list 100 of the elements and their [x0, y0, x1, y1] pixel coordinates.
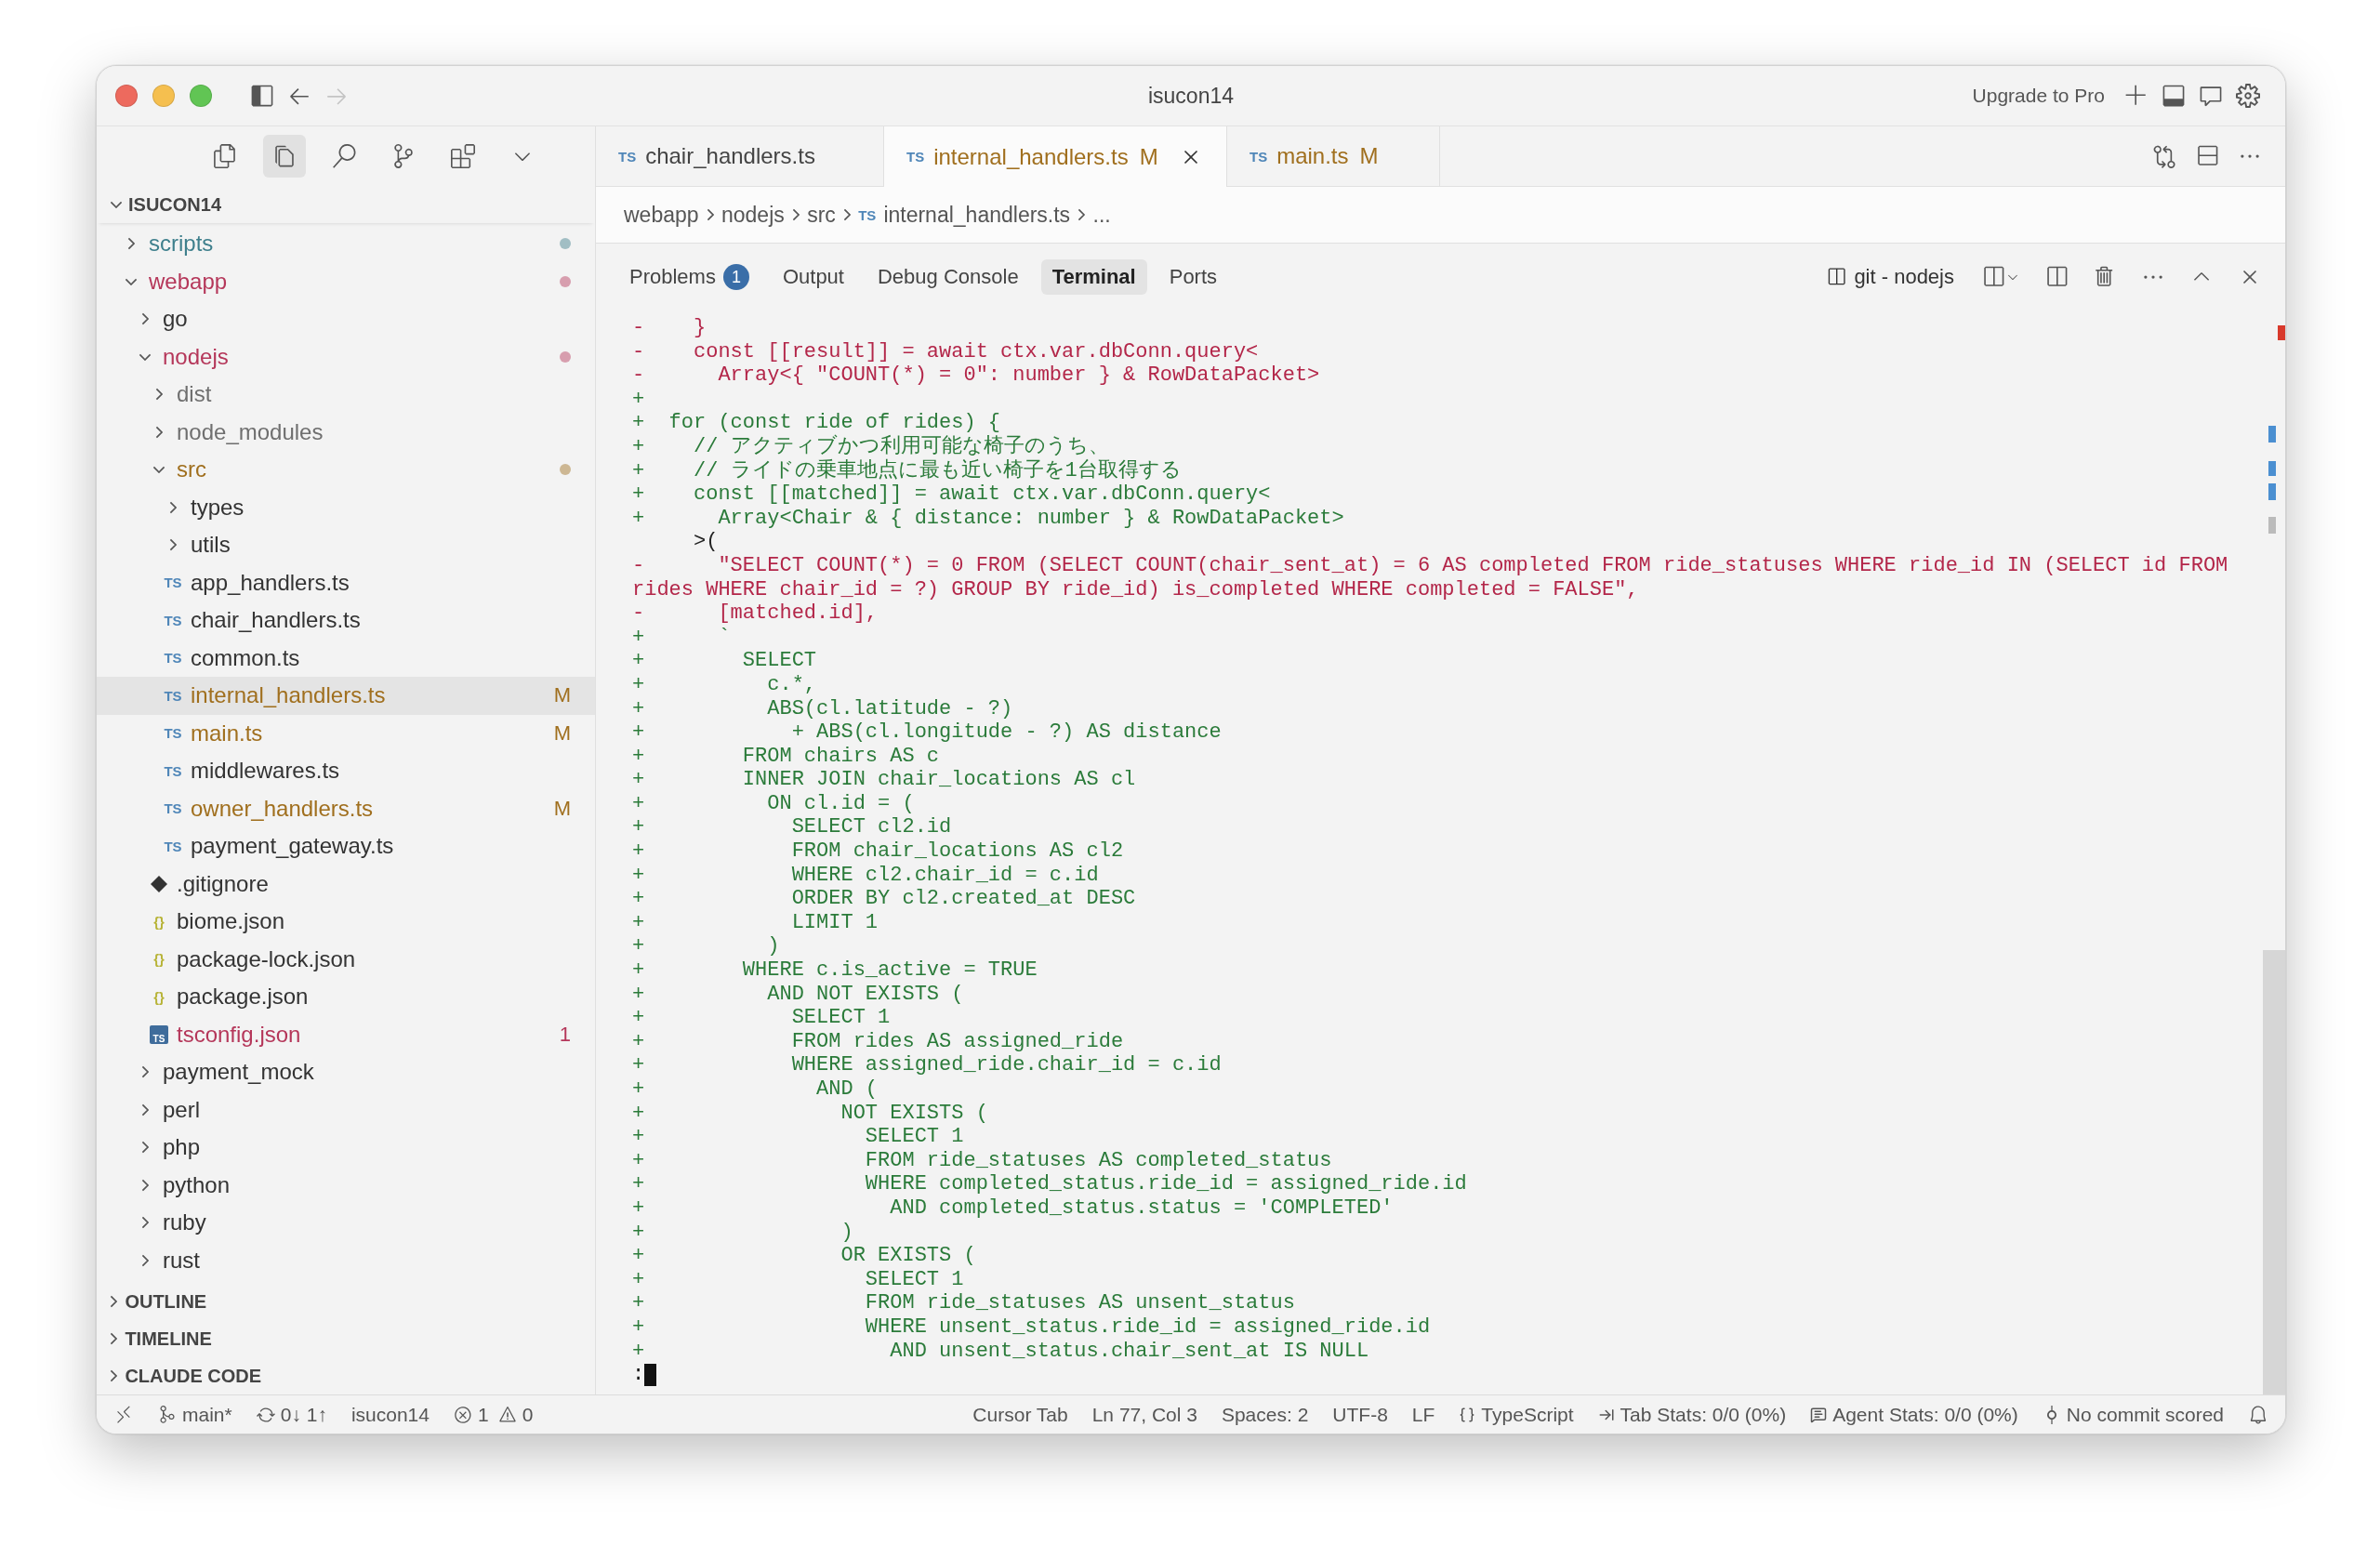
warnings-status[interactable]: 0: [497, 1403, 534, 1426]
close-window-button[interactable]: [115, 85, 138, 107]
tree-item[interactable]: node_modules: [97, 413, 595, 451]
code-line: + WHERE completed_status.ride_id = assigned_ride.id: [632, 1172, 1468, 1196]
tree-item[interactable]: .gitignore: [97, 865, 595, 903]
tree-item[interactable]: {} biome.json: [97, 903, 595, 941]
code-line: + + ABS(cl.longitude - ?) AS distance: [632, 720, 1223, 745]
sync-status[interactable]: 0↓ 1↑: [256, 1403, 327, 1426]
code-line: + ): [632, 934, 781, 959]
tree-item[interactable]: webapp: [97, 262, 595, 300]
breadcrumb-item[interactable]: ...: [1092, 202, 1111, 228]
ts-file-icon: TS: [164, 838, 182, 854]
tree-item[interactable]: go: [97, 300, 595, 338]
tree-item[interactable]: php: [97, 1129, 595, 1167]
breadcrumb-item[interactable]: TS internal_handlers.ts: [858, 202, 1071, 228]
status-item[interactable]: UTF-8: [1332, 1403, 1388, 1426]
code-line: + NOT EXISTS (: [632, 1101, 989, 1126]
commit-status[interactable]: No commit scored: [2042, 1403, 2224, 1426]
status-letter: M: [553, 796, 571, 821]
code-line: + `: [632, 625, 732, 650]
tree-item[interactable]: src: [97, 451, 595, 489]
tree-item[interactable]: TS middlewares.ts: [97, 752, 595, 790]
code-line: + for (const ride of rides) {: [632, 411, 1002, 435]
file-name: payment_mock: [163, 1059, 315, 1086]
code-line: + AND unsent_status.chair_sent_at IS NULL: [632, 1339, 1370, 1364]
tree-item[interactable]: TS payment_gateway.ts: [97, 827, 595, 865]
tree-item[interactable]: python: [97, 1166, 595, 1204]
copy-icon[interactable]: [263, 135, 306, 178]
file-name: scripts: [149, 231, 215, 258]
breadcrumb-item[interactable]: webapp: [624, 202, 699, 228]
branch-status[interactable]: main*: [158, 1403, 232, 1426]
panel-tab[interactable]: Ports: [1157, 259, 1229, 295]
panel-tab[interactable]: Terminal: [1040, 259, 1147, 295]
code-line: + // ライドの乗車地点に最も近い椅子を1台取得する: [632, 458, 1183, 483]
status-item[interactable]: isucon14: [350, 1403, 430, 1426]
panel-tab[interactable]: Debug Console: [866, 259, 1030, 295]
file-name: .gitignore: [177, 870, 270, 897]
scrollbar-thumb[interactable]: [2263, 950, 2285, 1394]
file-name: webapp: [149, 268, 229, 295]
tree-item[interactable]: utils: [97, 526, 595, 564]
breadcrumb-item[interactable]: src: [807, 202, 836, 228]
status-item[interactable]: LF: [1411, 1403, 1435, 1426]
split-panel-icon: [1826, 267, 1847, 287]
editor-tab[interactable]: TS internal_handlers.ts M: [884, 126, 1227, 187]
tree-item[interactable]: TS main.ts M: [97, 714, 595, 752]
tree-item[interactable]: TS tsconfig.json 1: [97, 1015, 595, 1053]
upgrade-link[interactable]: Upgrade to Pro: [1972, 85, 2105, 107]
json-file-icon: {}: [153, 988, 165, 1005]
chevron-right-icon: [110, 1369, 118, 1382]
agent-stats[interactable]: Agent Stats: 0/0 (0%): [1810, 1403, 2018, 1426]
status-item[interactable]: Ln 77, Col 3: [1091, 1403, 1197, 1426]
tree-item[interactable]: TS owner_handlers.ts M: [97, 789, 595, 827]
root-folder-label: ISUCON14: [128, 193, 222, 216]
tab-stats[interactable]: Tab Stats: 0/0 (0%): [1597, 1403, 1787, 1426]
bell-icon[interactable]: [2248, 1404, 2268, 1425]
file-name: chair_handlers.ts: [191, 607, 362, 634]
tree-item[interactable]: TS chair_handlers.ts: [97, 601, 595, 640]
code-line: >(: [693, 530, 720, 554]
change-marker: [2268, 517, 2276, 534]
file-name: types: [191, 494, 245, 521]
change-marker: [2268, 483, 2276, 500]
file-name: ruby: [163, 1209, 207, 1236]
tree-item[interactable]: payment_mock: [97, 1053, 595, 1091]
code-line: + // アクティブかつ利用可能な椅子のうち、: [632, 434, 1110, 458]
tree-item[interactable]: TS common.ts: [97, 639, 595, 677]
ts-file-icon: TS: [1250, 148, 1268, 165]
tree-item[interactable]: perl: [97, 1090, 595, 1129]
ts-file-icon: TS: [164, 687, 182, 704]
modified-mark: M: [1359, 143, 1379, 169]
status-item[interactable]: Cursor Tab: [972, 1403, 1068, 1426]
ts-file-icon: TS: [858, 206, 877, 223]
section-header[interactable]: TIMELINE: [97, 1320, 595, 1357]
file-name: payment_gateway.ts: [191, 833, 395, 860]
tree-item[interactable]: rust: [97, 1241, 595, 1279]
tree-item[interactable]: types: [97, 488, 595, 526]
code-line: - Array<{ "COUNT(*) = 0": number } & RowDataPacket>: [632, 363, 1321, 388]
section-header[interactable]: OUTLINE: [97, 1283, 595, 1320]
code-line: + FROM chair_locations AS cl2: [632, 839, 1125, 864]
chevron-right-icon: [110, 1332, 118, 1345]
code-line: + c.*,: [632, 672, 818, 697]
explorer-root[interactable]: ISUCON14: [97, 186, 595, 223]
terminal-prompt: :: [632, 1363, 645, 1387]
panel-tab[interactable]: Output: [771, 259, 855, 295]
tree-item[interactable]: {} package.json: [97, 978, 595, 1016]
tree-item[interactable]: {} package-lock.json: [97, 940, 595, 978]
tree-item[interactable]: dist: [97, 376, 595, 414]
terminal-selector[interactable]: git - nodejs: [1826, 265, 1954, 289]
panel-tab[interactable]: Problems 1: [618, 258, 760, 296]
tree-item[interactable]: nodejs: [97, 337, 595, 376]
errors-status[interactable]: 1: [453, 1403, 489, 1426]
tab-label: chair_handlers.ts: [645, 143, 815, 169]
section-header[interactable]: CLAUDE CODE: [97, 1357, 595, 1394]
breadcrumb-item[interactable]: nodejs: [721, 202, 785, 228]
tree-item[interactable]: TS app_handlers.ts: [97, 563, 595, 601]
count-badge: 1: [722, 264, 749, 290]
language-status[interactable]: TypeScript: [1459, 1403, 1574, 1426]
status-item[interactable]: Spaces: 2: [1221, 1403, 1309, 1426]
tree-item[interactable]: scripts: [97, 225, 595, 263]
tree-item[interactable]: ruby: [97, 1204, 595, 1242]
diamond-icon: [150, 874, 168, 893]
